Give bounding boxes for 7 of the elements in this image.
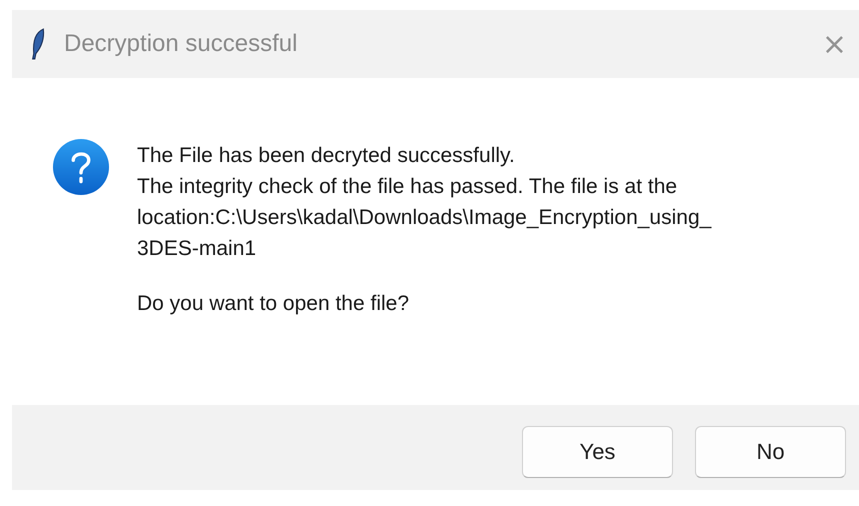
question-icon — [52, 138, 110, 196]
yes-button[interactable]: Yes — [522, 426, 673, 478]
message-text: Do you want to open the file? — [137, 291, 410, 317]
window-title: Decryption successful — [64, 30, 298, 58]
feather-icon — [30, 28, 46, 60]
no-button[interactable]: No — [695, 426, 846, 478]
message-text: The File has been decryted successfully. The integrity check of the file has passed. The file is at the location:C:\Users\kadal\Downloads\Image_Encryption_using_ 3DES-main1 — [137, 143, 712, 262]
